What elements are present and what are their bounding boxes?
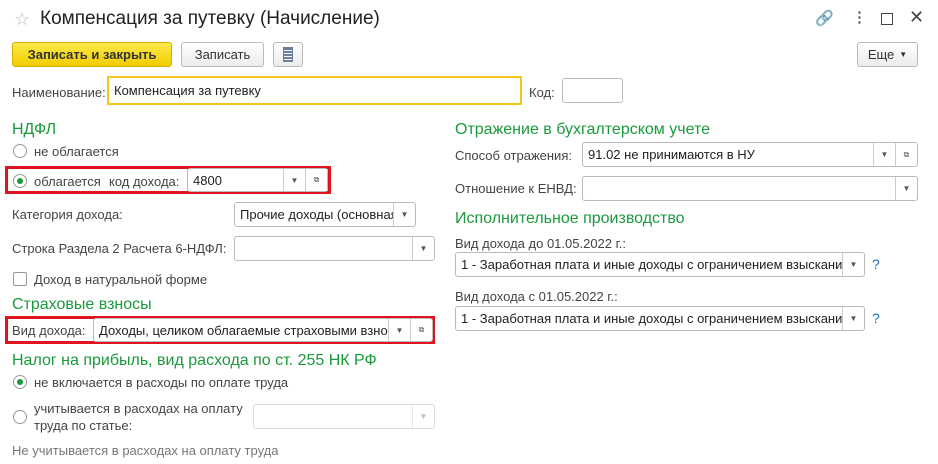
dropdown-icon[interactable]: ▼	[895, 177, 917, 200]
window-title: Компенсация за путевку (Начисление)	[40, 8, 380, 29]
document-list-button[interactable]	[273, 42, 303, 67]
category-label: Категория дохода:	[12, 207, 123, 222]
dropdown-icon[interactable]: ▼	[412, 405, 434, 428]
dropdown-icon[interactable]: ▼	[388, 319, 410, 341]
ndfl-heading: НДФЛ	[12, 121, 57, 138]
dropdown-icon[interactable]: ▼	[842, 307, 864, 330]
category-select[interactable]: Прочие доходы (основная налоговая база)▼	[234, 202, 416, 227]
line-6ndfl-label: Строка Раздела 2 Расчета 6-НДФЛ:	[12, 241, 227, 256]
taxed-label: облагается	[34, 174, 101, 189]
method-label: Способ отражения:	[455, 148, 572, 163]
help-icon[interactable]: ?	[872, 310, 880, 326]
after-label: Вид дохода с 01.05.2022 г.:	[455, 289, 618, 304]
dropdown-icon[interactable]: ▼	[842, 253, 864, 276]
income-code-select[interactable]: 4800 ▼ ⧉	[187, 168, 328, 192]
dropdown-icon[interactable]: ▼	[393, 203, 415, 226]
maximize-icon[interactable]	[881, 13, 893, 25]
natural-form-label: Доход в натуральной форме	[34, 272, 208, 287]
income-code-label: код дохода:	[109, 174, 180, 189]
before-select[interactable]: 1 - Заработная плата и иные доходы с огр…	[455, 252, 865, 277]
after-select[interactable]: 1 - Заработная плата и иные доходы с огр…	[455, 306, 865, 331]
link-icon[interactable]: 🔗	[815, 9, 834, 27]
method-select[interactable]: 91.02 не принимаются в НУ ▼ ⧉	[582, 142, 918, 167]
line-6ndfl-select[interactable]: ▼	[234, 236, 435, 261]
favorite-star-icon[interactable]: ☆	[14, 9, 30, 30]
taxed-radio[interactable]	[13, 174, 27, 188]
envd-label: Отношение к ЕНВД:	[455, 181, 577, 196]
save-button[interactable]: Записать	[181, 42, 264, 67]
insurance-type-label: Вид дохода:	[12, 323, 86, 338]
natural-form-checkbox[interactable]	[13, 272, 27, 286]
before-label: Вид дохода до 01.05.2022 г.:	[455, 236, 627, 251]
code-label: Код:	[529, 85, 555, 100]
insurance-heading: Страховые взносы	[12, 296, 152, 313]
more-button[interactable]: Еще ▼	[857, 42, 918, 67]
save-and-close-button[interactable]: Записать и закрыть	[12, 42, 172, 67]
more-actions-icon[interactable]: ⋮	[852, 8, 867, 26]
open-icon[interactable]: ⧉	[895, 143, 917, 166]
profit-note: Не учитывается в расходах на оплату труд…	[12, 443, 279, 458]
chevron-down-icon: ▼	[899, 50, 908, 59]
open-icon[interactable]: ⧉	[410, 319, 432, 341]
insurance-type-select[interactable]: Доходы, целиком облагаемые страховыми вз…	[93, 318, 433, 342]
envd-select[interactable]: ▼	[582, 176, 918, 201]
list-icon	[283, 47, 293, 62]
not-taxed-radio[interactable]	[13, 144, 27, 158]
not-taxed-label: не облагается	[34, 144, 119, 159]
dropdown-icon[interactable]: ▼	[873, 143, 895, 166]
dropdown-icon[interactable]: ▼	[412, 237, 434, 260]
name-label: Наименование:	[12, 85, 106, 100]
expense-article-select[interactable]: ▼	[253, 404, 435, 429]
code-input[interactable]	[562, 78, 623, 103]
enforcement-heading: Исполнительное производство	[455, 210, 685, 227]
name-input[interactable]: Компенсация за путевку	[107, 76, 522, 105]
included-radio[interactable]	[13, 410, 27, 424]
profit-heading: Налог на прибыль, вид расхода по ст. 255…	[12, 352, 377, 369]
help-icon[interactable]: ?	[872, 256, 880, 272]
accounting-heading: Отражение в бухгалтерском учете	[455, 121, 710, 138]
dropdown-icon[interactable]: ▼	[283, 169, 305, 191]
not-included-label: не включается в расходы по оплате труда	[34, 375, 289, 390]
not-included-radio[interactable]	[13, 375, 27, 389]
included-label-line2: труда по статье:	[34, 418, 133, 433]
included-label-line1: учитывается в расходах на оплату	[34, 401, 243, 416]
open-icon[interactable]: ⧉	[305, 169, 327, 191]
close-icon[interactable]: ✕	[909, 7, 924, 28]
